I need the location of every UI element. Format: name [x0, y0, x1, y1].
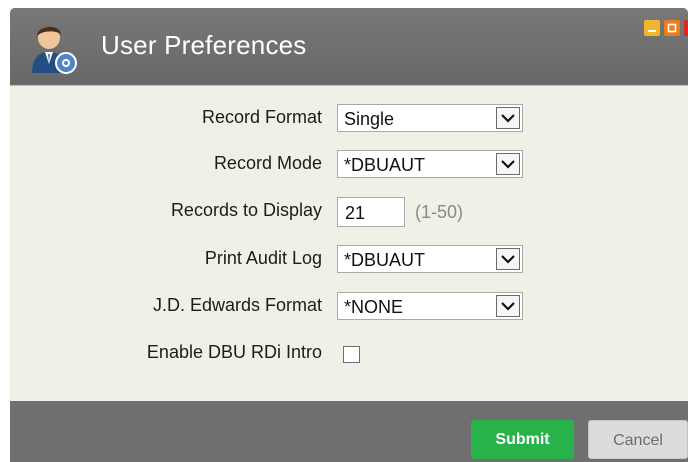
- record-mode-value: *DBUAUT: [344, 155, 426, 175]
- records-to-display-row: Records to Display 21 (1-50): [10, 197, 688, 227]
- close-button[interactable]: [684, 20, 688, 36]
- print-audit-log-select[interactable]: *DBUAUT: [337, 245, 523, 273]
- chevron-down-icon: [501, 302, 515, 311]
- dropdown-arrow-icon[interactable]: [496, 107, 520, 129]
- user-gear-icon: [32, 26, 77, 74]
- record-format-label: Record Format: [201, 107, 322, 127]
- record-format-row: Record Format Single: [10, 104, 688, 134]
- form-panel: Record Format Single Record Mode *DBUAUT…: [10, 85, 688, 402]
- jde-format-label: J.D. Edwards Format: [152, 295, 322, 315]
- dropdown-arrow-icon[interactable]: [496, 153, 520, 175]
- enable-intro-checkbox[interactable]: [343, 346, 360, 363]
- print-audit-log-label: Print Audit Log: [204, 248, 322, 268]
- jde-format-select[interactable]: *NONE: [337, 292, 523, 320]
- record-mode-select[interactable]: *DBUAUT: [337, 150, 523, 178]
- chevron-down-icon: [501, 160, 515, 169]
- dialog-footer: Submit Cancel: [10, 401, 688, 462]
- user-preferences-dialog: User Preferences Record Format Single Re…: [10, 8, 688, 462]
- dropdown-arrow-icon[interactable]: [496, 295, 520, 317]
- record-mode-label: Record Mode: [213, 153, 322, 173]
- window-title: User Preferences: [101, 30, 307, 60]
- print-audit-log-row: Print Audit Log *DBUAUT: [10, 245, 688, 275]
- jde-format-row: J.D. Edwards Format *NONE: [10, 292, 688, 322]
- records-to-display-label: Records to Display: [170, 200, 322, 220]
- records-to-display-input[interactable]: 21: [337, 197, 405, 227]
- jde-format-value: *NONE: [344, 297, 404, 317]
- dropdown-arrow-icon[interactable]: [496, 248, 520, 270]
- record-format-value: Single: [344, 109, 395, 129]
- close-icon: [684, 20, 688, 36]
- cancel-button[interactable]: Cancel: [588, 420, 688, 459]
- chevron-down-icon: [501, 114, 515, 123]
- record-format-select[interactable]: Single: [337, 104, 523, 132]
- records-range-hint: (1-50): [415, 202, 464, 222]
- chevron-down-icon: [501, 255, 515, 264]
- records-to-display-value: 21: [345, 203, 366, 223]
- record-mode-row: Record Mode *DBUAUT: [10, 150, 688, 180]
- submit-button[interactable]: Submit: [471, 420, 574, 459]
- minimize-button[interactable]: [644, 20, 660, 36]
- enable-intro-label: Enable DBU RDi Intro: [146, 342, 322, 362]
- maximize-button[interactable]: [664, 20, 680, 36]
- title-bar[interactable]: User Preferences: [10, 8, 688, 84]
- minimize-icon: [648, 30, 656, 32]
- maximize-icon: [667, 23, 677, 33]
- print-audit-log-value: *DBUAUT: [344, 250, 426, 270]
- enable-intro-row: Enable DBU RDi Intro: [10, 339, 688, 369]
